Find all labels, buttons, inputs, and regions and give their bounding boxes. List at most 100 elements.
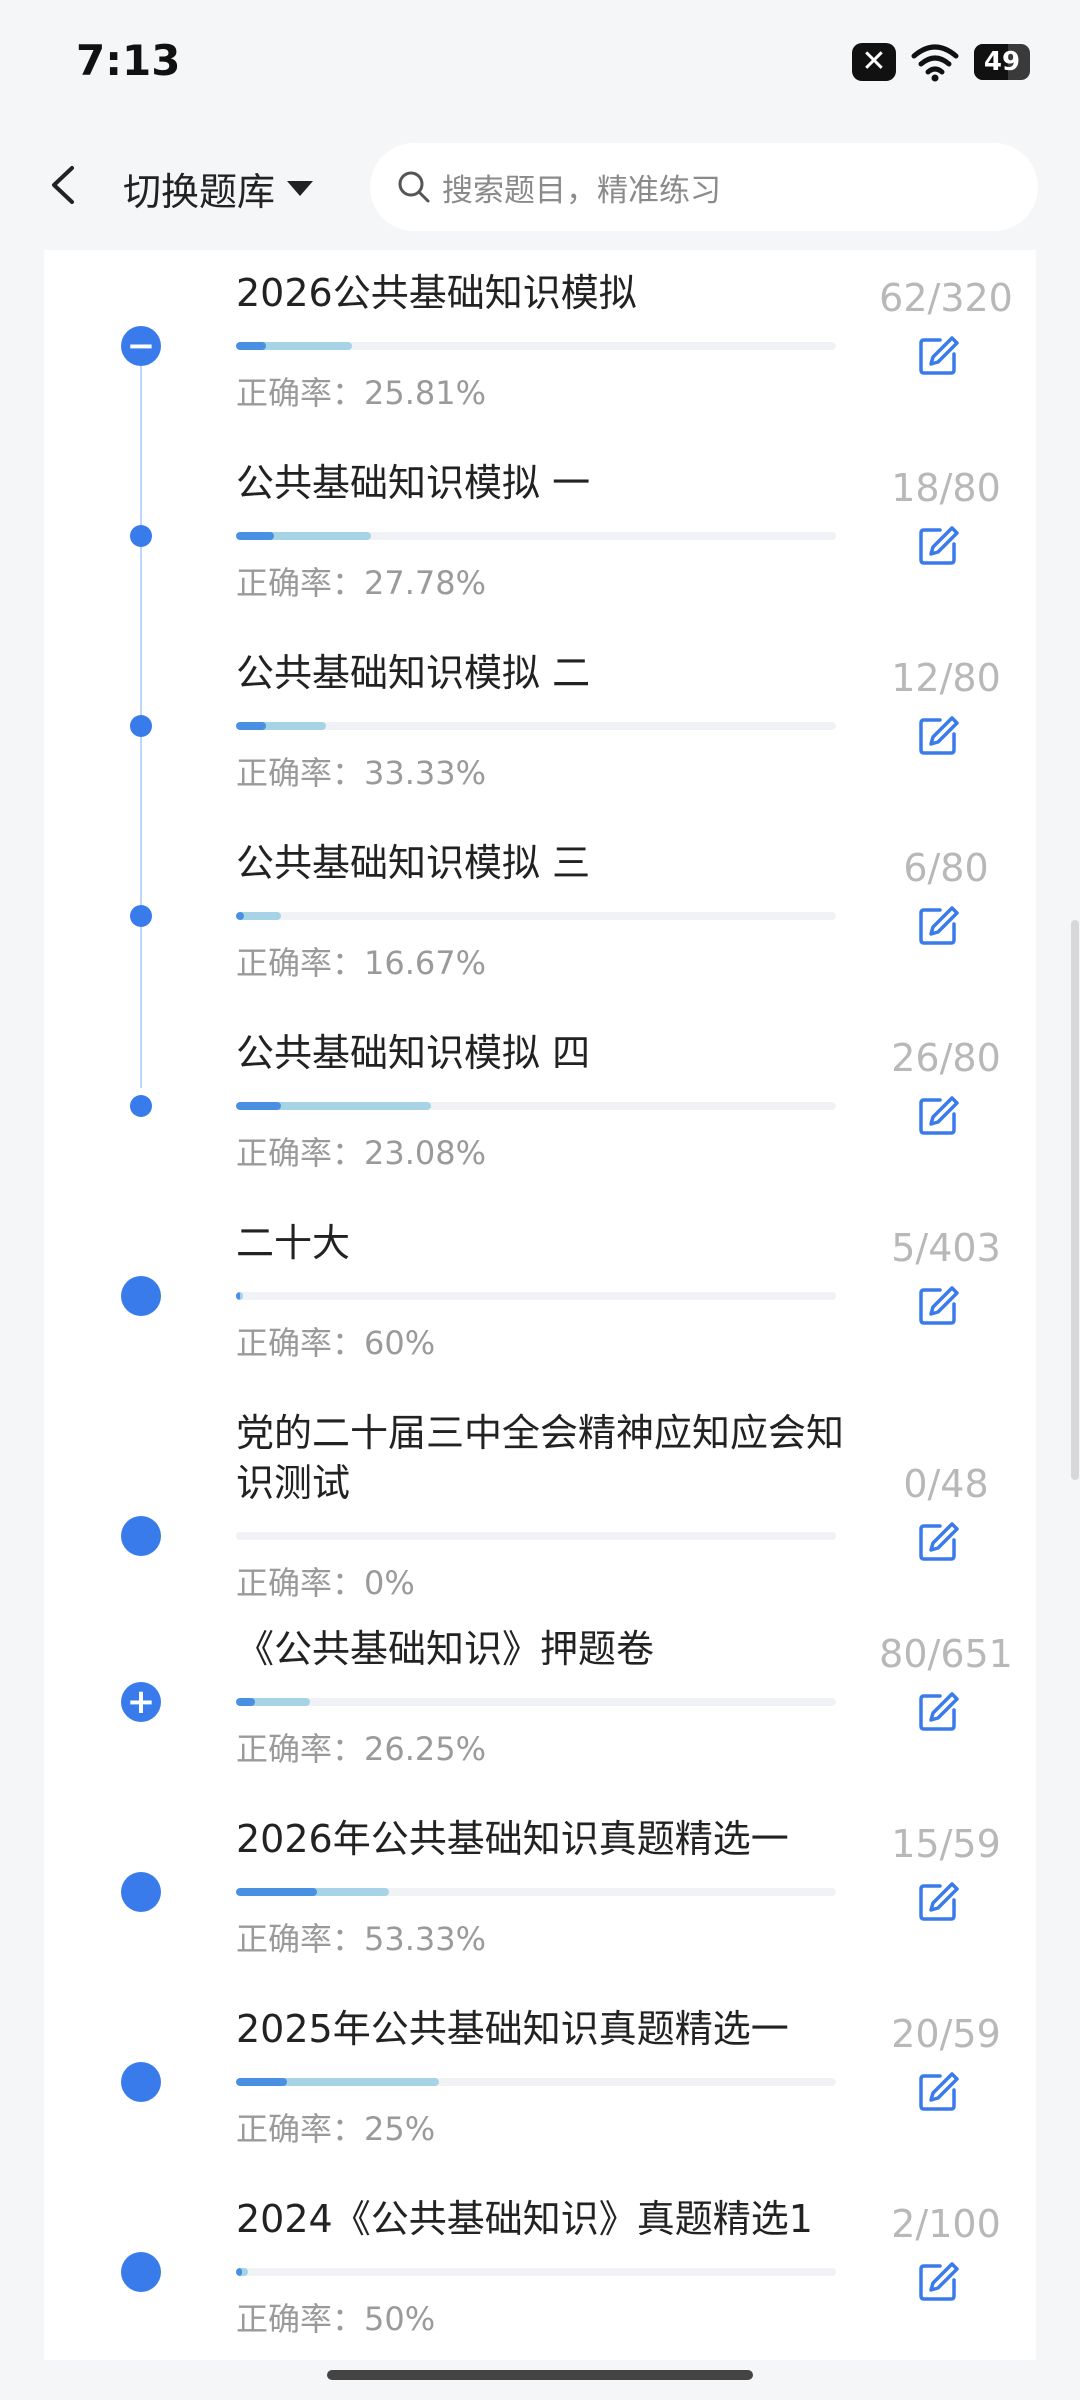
status-bar: 7:13 ✕ 49 (0, 0, 1080, 125)
edit-icon[interactable] (914, 1518, 962, 1566)
list-item[interactable]: 公共基础知识模拟 二正确率：33.33% 12/80 (44, 628, 1036, 818)
item-title: 公共基础知识模拟 二 (236, 651, 591, 695)
progress-bar (236, 532, 836, 540)
edit-icon[interactable] (914, 1282, 962, 1330)
list-item[interactable]: 《公共基础知识》押题卷正确率：26.25% 80/651 + (44, 1604, 1036, 1794)
accuracy-fill (236, 1292, 241, 1300)
item-title: 公共基础知识模拟 四 (236, 1031, 591, 1075)
expand-icon[interactable]: + (121, 1682, 161, 1722)
accuracy-label: 正确率：53.33% (236, 1920, 487, 1958)
wifi-icon (911, 44, 959, 82)
accuracy-label: 正确率：25% (236, 2110, 436, 2148)
collapse-icon[interactable]: − (121, 326, 161, 366)
edit-icon[interactable] (914, 712, 962, 760)
battery-level: 49 (983, 47, 1021, 77)
progress-count: 80/651 (879, 1632, 1013, 1676)
home-indicator[interactable] (327, 2370, 753, 2380)
progress-count: 18/80 (891, 466, 1001, 510)
battery-icon: 49 (974, 44, 1030, 80)
timeline-dot (121, 2062, 161, 2102)
edit-icon[interactable] (914, 522, 962, 570)
accuracy-label: 正确率：60% (236, 1324, 436, 1362)
library-switch-label: 切换题库 (123, 170, 276, 214)
item-title: 《公共基础知识》押题卷 (236, 1627, 655, 1671)
accuracy-fill (236, 1698, 256, 1706)
accuracy-label: 正确率：26.25% (236, 1730, 487, 1768)
accuracy-fill (236, 2268, 242, 2276)
accuracy-label: 正确率：33.33% (236, 754, 487, 792)
question-bank-list: 2026公共基础知识模拟 正确率：25.81% 62/320 − 公共基础知识模拟 一正… (44, 250, 1036, 2360)
item-title: 2026年公共基础知识真题精选一 (236, 1817, 789, 1861)
list-item[interactable]: 2026年公共基础知识真题精选一正确率：53.33% 15/59 (44, 1794, 1036, 1984)
progress-count: 20/59 (891, 2012, 1001, 2056)
accuracy-label: 正确率：50% (236, 2300, 436, 2338)
accuracy-label: 正确率：27.78% (236, 564, 487, 602)
progress-count: 5/403 (891, 1226, 1001, 1270)
edit-icon[interactable] (914, 332, 962, 380)
edit-icon[interactable] (914, 1092, 962, 1140)
accuracy-label: 正确率：23.08% (236, 1134, 487, 1172)
list-item[interactable]: 党的二十届三中全会精神应知应会知识测试 正确率：0% 0/48 (44, 1388, 1036, 1604)
item-title: 2024《公共基础知识》真题精选1 (236, 2197, 813, 2241)
progress-bar (236, 1292, 836, 1300)
progress-bar (236, 1532, 836, 1540)
list-item[interactable]: 2025年公共基础知识真题精选一正确率：25% 20/59 (44, 1984, 1036, 2174)
progress-count: 12/80 (891, 656, 1001, 700)
item-title: 2026公共基础知识模拟 (236, 271, 637, 315)
item-title: 二十大 (236, 1221, 351, 1265)
timeline-dot (130, 1095, 152, 1117)
library-switch-button[interactable]: 切换题库 (123, 161, 314, 216)
progress-bar (236, 1888, 836, 1896)
accuracy-fill (236, 912, 244, 920)
back-icon[interactable] (44, 160, 84, 210)
progress-bar (236, 1102, 836, 1110)
timeline-dot (121, 1516, 161, 1556)
progress-count: 6/80 (903, 846, 989, 890)
timeline-dot (130, 715, 152, 737)
search-input[interactable]: 搜索题目，精准练习 (370, 143, 1038, 231)
notification-x-icon: ✕ (852, 43, 896, 81)
progress-count: 26/80 (891, 1036, 1001, 1080)
accuracy-fill (236, 532, 274, 540)
timeline-dot (121, 1872, 161, 1912)
timeline-dot (121, 1276, 161, 1316)
accuracy-fill (236, 2078, 287, 2086)
list-item[interactable]: 2026公共基础知识模拟正确率：25.81% 62/320 − (44, 248, 1036, 438)
accuracy-fill (236, 1888, 318, 1896)
list-item[interactable]: 二十大正确率：60% 5/403 (44, 1198, 1036, 1388)
progress-count: 62/320 (879, 276, 1013, 320)
accuracy-label: 正确率：0% (236, 1564, 415, 1602)
dropdown-caret-icon (287, 181, 314, 196)
accuracy-fill (236, 722, 266, 730)
edit-icon[interactable] (914, 1878, 962, 1926)
list-item[interactable]: 公共基础知识模拟 三正确率：16.67% 6/80 (44, 818, 1036, 1008)
item-title: 公共基础知识模拟 三 (236, 841, 591, 885)
edit-icon[interactable] (914, 2258, 962, 2306)
list-item[interactable]: 2024《公共基础知识》真题精选1 正确率：50% 2/100 (44, 2174, 1036, 2364)
scrollbar[interactable] (1071, 920, 1079, 1480)
progress-count: 0/48 (903, 1462, 989, 1506)
accuracy-label: 正确率：25.81% (236, 374, 487, 412)
progress-bar (236, 2268, 836, 2276)
search-placeholder: 搜索题目，精准练习 (442, 172, 721, 209)
accuracy-fill (236, 342, 266, 350)
status-time: 7:13 (76, 36, 181, 85)
progress-bar (236, 722, 836, 730)
timeline-dot (130, 525, 152, 547)
top-bar: 切换题库 搜索题目，精准练习 (0, 125, 1080, 250)
item-title: 2025年公共基础知识真题精选一 (236, 2007, 789, 2051)
progress-count: 2/100 (891, 2202, 1001, 2246)
progress-bar (236, 1698, 836, 1706)
status-icons: ✕ 49 (852, 42, 1030, 82)
edit-icon[interactable] (914, 1688, 962, 1736)
edit-icon[interactable] (914, 902, 962, 950)
search-icon (398, 171, 430, 203)
list-item[interactable]: 公共基础知识模拟 一正确率：27.78% 18/80 (44, 438, 1036, 628)
edit-icon[interactable] (914, 2068, 962, 2116)
progress-count: 15/59 (891, 1822, 1001, 1866)
item-title: 公共基础知识模拟 一 (236, 461, 591, 505)
progress-bar (236, 2078, 836, 2086)
timeline-dot (130, 905, 152, 927)
list-item[interactable]: 公共基础知识模拟 四正确率：23.08% 26/80 (44, 1008, 1036, 1198)
accuracy-label: 正确率：16.67% (236, 944, 487, 982)
